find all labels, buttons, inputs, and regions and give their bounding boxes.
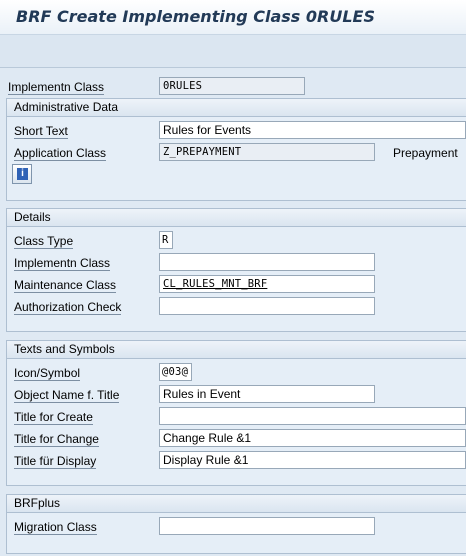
info-icon: i: [17, 168, 28, 180]
object-name-field[interactable]: Rules in Event: [159, 385, 375, 403]
class-type-field[interactable]: R: [159, 231, 173, 249]
title-display-label: Title für Display: [14, 454, 97, 469]
title-display-field[interactable]: Display Rule &1: [159, 451, 466, 469]
title-change-label: Title for Change: [14, 432, 99, 447]
migration-class-label: Migration Class: [14, 520, 97, 535]
short-text-field[interactable]: Rules for Events: [159, 121, 466, 139]
info-button[interactable]: i: [12, 164, 32, 184]
migration-class-field[interactable]: [159, 517, 375, 535]
maintenance-class-label: Maintenance Class: [14, 278, 117, 293]
icon-symbol-field[interactable]: @03@: [159, 363, 192, 381]
authorization-check-field[interactable]: [159, 297, 375, 315]
texts-and-symbols-header: Texts and Symbols: [7, 341, 466, 359]
class-type-label: Class Type: [14, 234, 74, 249]
short-text-label: Short Text: [14, 124, 68, 139]
icon-symbol-label: Icon/Symbol: [14, 366, 81, 381]
details-header: Details: [7, 209, 466, 227]
details-implementn-class-label: Implementn Class: [14, 256, 111, 271]
application-class-label: Application Class: [14, 146, 107, 161]
application-toolbar: [0, 35, 466, 68]
maintenance-class-value: CL_RULES_MNT_BRF: [163, 278, 268, 290]
title-change-field[interactable]: Change Rule &1: [159, 429, 466, 447]
authorization-check-label: Authorization Check: [14, 300, 122, 315]
title-bar: BRF Create Implementing Class 0RULES: [0, 0, 466, 35]
application-class-field[interactable]: Z_PREPAYMENT: [159, 143, 375, 161]
application-class-description: Prepayment: [393, 146, 458, 160]
details-implementn-class-field[interactable]: [159, 253, 375, 271]
title-create-field[interactable]: [159, 407, 466, 425]
title-create-label: Title for Create: [14, 410, 93, 425]
administrative-data-header: Administrative Data: [7, 99, 466, 117]
page-title: BRF Create Implementing Class 0RULES: [16, 7, 375, 26]
brfplus-header: BRFplus: [7, 495, 466, 513]
implementn-class-label: Implementn Class: [8, 80, 105, 95]
object-name-label: Object Name f. Title: [14, 388, 120, 403]
implementn-class-field[interactable]: 0RULES: [159, 77, 305, 95]
maintenance-class-field[interactable]: CL_RULES_MNT_BRF: [159, 275, 375, 293]
